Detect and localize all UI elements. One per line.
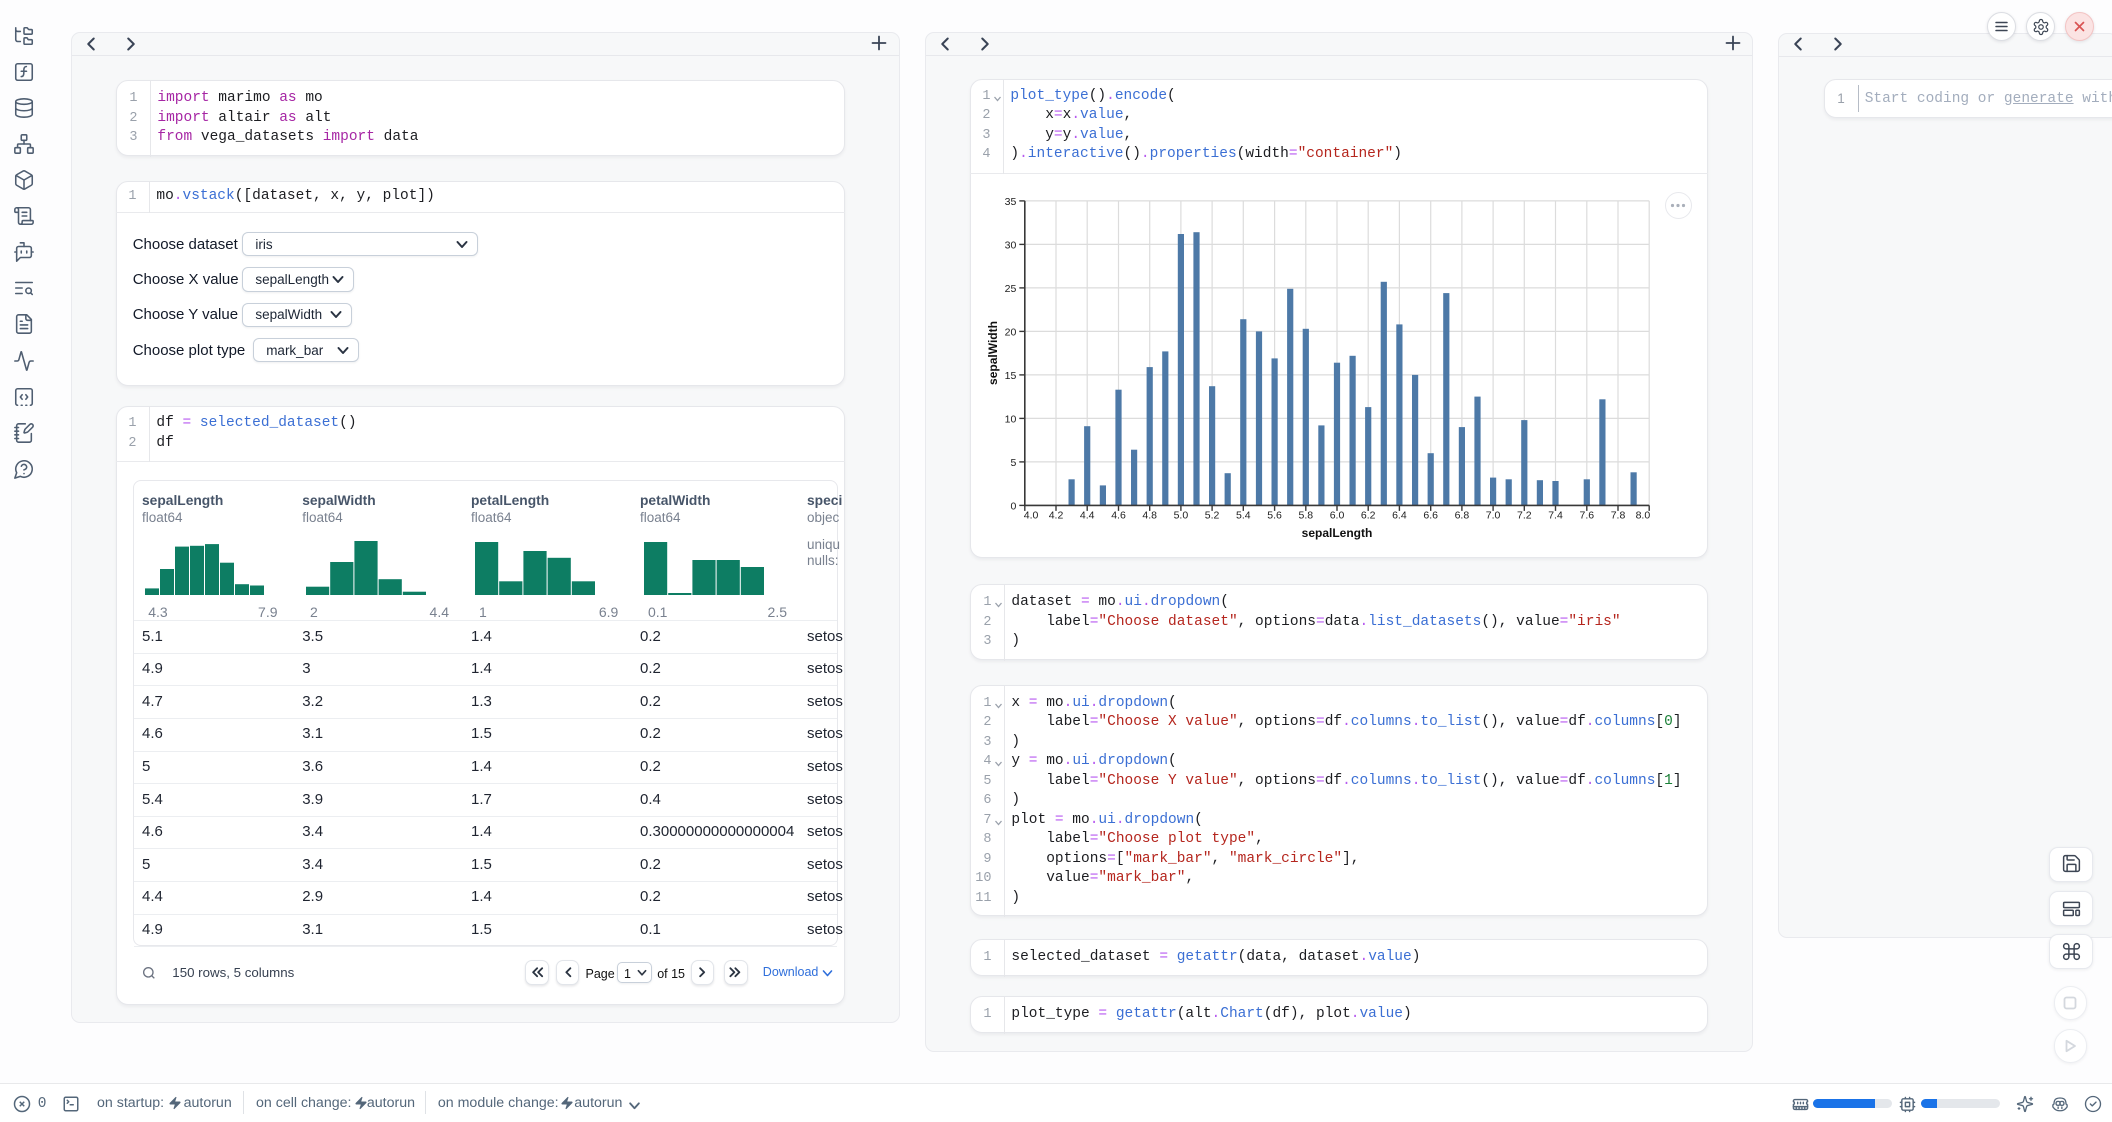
- svg-text:15: 15: [1005, 369, 1017, 381]
- svg-text:8.0: 8.0: [1636, 509, 1651, 521]
- svg-text:5.8: 5.8: [1298, 509, 1313, 521]
- svg-text:5.6: 5.6: [1267, 509, 1282, 521]
- svg-text:4.6: 4.6: [1111, 509, 1126, 521]
- svg-text:7.2: 7.2: [1517, 509, 1532, 521]
- svg-text:4.4: 4.4: [1080, 509, 1095, 521]
- svg-text:4.0: 4.0: [1024, 509, 1039, 521]
- svg-text:10: 10: [1005, 413, 1017, 425]
- svg-text:20: 20: [1005, 326, 1017, 338]
- svg-text:30: 30: [1005, 239, 1017, 251]
- svg-text:25: 25: [1005, 282, 1017, 294]
- svg-text:6.8: 6.8: [1455, 509, 1470, 521]
- svg-text:0: 0: [1010, 500, 1016, 512]
- svg-text:5: 5: [1010, 456, 1016, 468]
- svg-text:4.8: 4.8: [1142, 509, 1157, 521]
- svg-text:sepalWidth: sepalWidth: [986, 321, 1000, 385]
- svg-text:7.6: 7.6: [1579, 509, 1594, 521]
- svg-text:35: 35: [1005, 195, 1017, 207]
- svg-text:7.0: 7.0: [1486, 509, 1501, 521]
- svg-text:5.2: 5.2: [1205, 509, 1220, 521]
- svg-text:sepalLength: sepalLength: [1302, 525, 1373, 539]
- svg-text:5.0: 5.0: [1174, 509, 1189, 521]
- svg-text:7.8: 7.8: [1611, 509, 1626, 521]
- svg-text:6.6: 6.6: [1423, 509, 1438, 521]
- svg-text:7.4: 7.4: [1548, 509, 1563, 521]
- svg-text:6.4: 6.4: [1392, 509, 1407, 521]
- svg-text:4.2: 4.2: [1049, 509, 1064, 521]
- svg-text:6.0: 6.0: [1330, 509, 1345, 521]
- svg-text:6.2: 6.2: [1361, 509, 1376, 521]
- svg-text:5.4: 5.4: [1236, 509, 1251, 521]
